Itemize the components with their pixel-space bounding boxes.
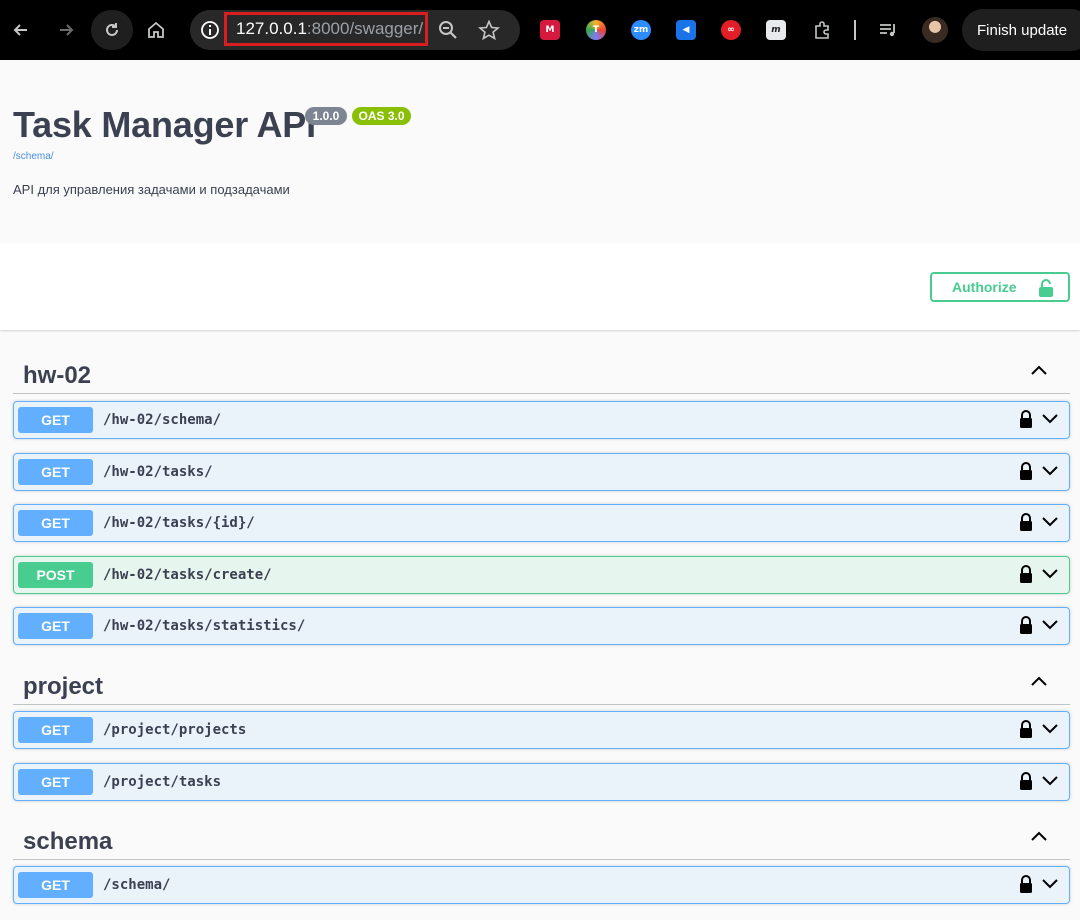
- lock-icon[interactable]: [1019, 772, 1033, 795]
- operation-path: /hw-02/schema/: [103, 412, 222, 428]
- lock-icon[interactable]: [1019, 565, 1033, 588]
- method-badge: GET: [18, 459, 93, 485]
- profile-avatar[interactable]: [922, 17, 948, 43]
- mendeley-icon[interactable]: M: [540, 20, 560, 40]
- operation-row[interactable]: GET/hw-02/tasks/{id}/: [13, 504, 1070, 542]
- lock-icon[interactable]: [1019, 875, 1033, 898]
- media-button[interactable]: [870, 10, 908, 50]
- method-badge: GET: [18, 407, 93, 433]
- reload-icon: [106, 23, 118, 36]
- operation-row[interactable]: POST/hw-02/tasks/create/: [13, 556, 1070, 594]
- authorize-button[interactable]: Authorize: [930, 272, 1070, 302]
- operation-row[interactable]: GET/hw-02/schema/: [13, 401, 1070, 439]
- operation-path: /schema/: [103, 877, 171, 893]
- operation-path: /hw-02/tasks/statistics/: [103, 618, 306, 634]
- operation-row[interactable]: GET/hw-02/tasks/statistics/: [13, 607, 1070, 645]
- unlocked-icon: [1039, 279, 1053, 297]
- tag-section-project[interactable]: project: [13, 660, 1070, 705]
- operation-path: /hw-02/tasks/create/: [103, 567, 272, 583]
- chevron-down-icon[interactable]: [1041, 515, 1059, 534]
- chevron-down-icon[interactable]: [1041, 722, 1059, 741]
- operation-row[interactable]: GET/hw-02/tasks/: [13, 453, 1070, 491]
- method-badge: GET: [18, 613, 93, 639]
- chevron-down-icon[interactable]: [1041, 877, 1059, 896]
- operation-path: /hw-02/tasks/: [103, 464, 213, 480]
- megaphone-icon[interactable]: ◀: [676, 20, 696, 40]
- infinity-icon[interactable]: ∞: [721, 20, 741, 40]
- home-button[interactable]: [137, 10, 175, 50]
- chevron-up-icon[interactable]: [1030, 674, 1048, 693]
- url-path: :8000/swagger/: [306, 19, 424, 38]
- home-icon: [148, 21, 164, 38]
- star-icon[interactable]: [478, 20, 500, 40]
- authorize-label: Authorize: [952, 279, 1017, 295]
- info-icon[interactable]: [200, 20, 220, 40]
- scheme-container: Authorize: [0, 243, 1080, 330]
- oas-badge: OAS 3.0: [352, 107, 411, 125]
- tag-name: hw-02: [23, 362, 92, 389]
- arrow-left-icon: [13, 24, 27, 36]
- url-host: 127.0.0.1: [236, 19, 307, 38]
- method-badge: POST: [18, 562, 93, 588]
- multicolor-t-icon[interactable]: T: [586, 20, 606, 40]
- tag-name: schema: [23, 828, 113, 855]
- forward-button[interactable]: [47, 10, 85, 50]
- zoom-icon[interactable]: [438, 20, 458, 40]
- chevron-down-icon[interactable]: [1041, 412, 1059, 431]
- method-badge: GET: [18, 717, 93, 743]
- page-title: Task Manager API: [13, 104, 316, 145]
- tag-section-schema[interactable]: schema: [13, 815, 1070, 860]
- version-badge: 1.0.0: [305, 107, 347, 125]
- method-badge: GET: [18, 872, 93, 898]
- puzzle-icon: [815, 21, 829, 39]
- chevron-down-icon[interactable]: [1041, 618, 1059, 637]
- extensions-button[interactable]: [803, 10, 841, 50]
- finish-update-button[interactable]: Finish update: [962, 9, 1080, 51]
- lock-icon[interactable]: [1019, 462, 1033, 485]
- browser-toolbar: 127.0.0.1:8000/swagger/ M Tzm ◀ ∞ m Finish u…: [0, 0, 1080, 60]
- chevron-up-icon[interactable]: [1030, 829, 1048, 848]
- operation-path: /project/projects: [103, 722, 247, 738]
- reload-button[interactable]: [91, 10, 133, 50]
- lock-icon[interactable]: [1019, 410, 1033, 433]
- m-italic-icon[interactable]: m: [766, 20, 786, 40]
- tag-name: project: [23, 673, 104, 700]
- chevron-down-icon[interactable]: [1041, 567, 1059, 586]
- url-text[interactable]: 127.0.0.1:8000/swagger/: [224, 12, 428, 46]
- playlist-icon: [880, 24, 895, 37]
- chevron-up-icon[interactable]: [1030, 363, 1048, 382]
- lock-icon[interactable]: [1019, 513, 1033, 536]
- zoom-icon[interactable]: zm: [631, 20, 651, 40]
- chevron-down-icon[interactable]: [1041, 774, 1059, 793]
- method-badge: GET: [18, 769, 93, 795]
- arrow-right-icon: [60, 24, 74, 36]
- lock-icon[interactable]: [1019, 720, 1033, 743]
- tag-section-hw-02[interactable]: hw-02: [13, 349, 1070, 394]
- method-badge: GET: [18, 510, 93, 536]
- api-description: API для управления задачами и подзадачам…: [13, 182, 290, 197]
- toolbar-divider: [854, 20, 856, 40]
- operation-row[interactable]: GET/schema/: [13, 866, 1070, 904]
- operation-row[interactable]: GET/project/projects: [13, 711, 1070, 749]
- back-button[interactable]: [2, 10, 40, 50]
- schema-link[interactable]: /schema/: [13, 151, 54, 162]
- operation-row[interactable]: GET/project/tasks: [13, 763, 1070, 801]
- api-info: Task Manager API 1.0.0 OAS 3.0 /schema/ …: [0, 60, 1080, 243]
- operation-path: /hw-02/tasks/{id}/: [103, 515, 255, 531]
- address-bar[interactable]: 127.0.0.1:8000/swagger/: [190, 10, 520, 50]
- operation-path: /project/tasks: [103, 774, 222, 790]
- lock-icon[interactable]: [1019, 616, 1033, 639]
- chevron-down-icon[interactable]: [1041, 464, 1059, 483]
